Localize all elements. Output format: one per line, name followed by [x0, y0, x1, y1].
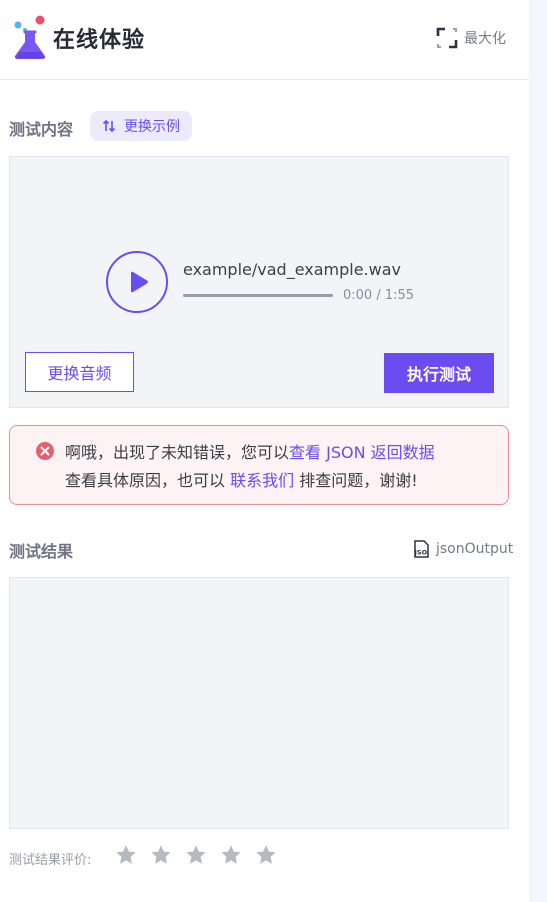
- error-circle-icon: [36, 442, 54, 460]
- star-icon[interactable]: [220, 844, 242, 866]
- test-content-title: 测试内容: [9, 120, 74, 139]
- json-output-button[interactable]: JSO jsonOutput: [413, 538, 513, 560]
- rating-label: 测试结果评价:: [9, 853, 92, 868]
- json-output-label: jsonOutput: [436, 541, 514, 557]
- swap-example-button[interactable]: 更换示例: [90, 111, 192, 141]
- view-json-link[interactable]: 查看 JSON 返回数据: [289, 443, 435, 462]
- audio-file-name: example/vad_example.wav: [183, 260, 401, 279]
- flask-logo-icon: [14, 15, 46, 59]
- rating-stars: [115, 844, 277, 866]
- page-title: 在线体验: [53, 28, 146, 53]
- star-icon[interactable]: [185, 844, 207, 866]
- test-result-title: 测试结果: [9, 542, 74, 561]
- audio-progress-bar[interactable]: [183, 294, 333, 297]
- star-icon[interactable]: [255, 844, 277, 866]
- maximize-label: 最大化: [464, 31, 506, 47]
- error-line-1: 啊哦，出现了未知错误，您可以查看 JSON 返回数据: [65, 439, 435, 463]
- swap-example-label: 更换示例: [124, 119, 180, 135]
- change-audio-button[interactable]: 更换音频: [25, 352, 134, 392]
- swap-icon: [102, 119, 116, 133]
- audio-time: 0:00 / 1:55: [343, 288, 415, 303]
- test-result-box: [9, 577, 509, 829]
- online-demo-panel: 在线体验 最大化 测试内容 更换示例 example/vad_example.w…: [0, 0, 529, 902]
- error-text: 啊哦，出现了未知错误，您可以: [65, 443, 290, 462]
- play-button[interactable]: [106, 251, 168, 313]
- error-text: 排查问题，谢谢!: [294, 471, 418, 490]
- error-alert: 啊哦，出现了未知错误，您可以查看 JSON 返回数据 查看具体原因，也可以 联系…: [9, 425, 509, 505]
- header: 在线体验 最大化: [0, 10, 529, 80]
- star-icon[interactable]: [150, 844, 172, 866]
- star-icon[interactable]: [115, 844, 137, 866]
- json-file-icon: JSO: [414, 540, 429, 558]
- play-icon: [131, 271, 148, 293]
- error-text: 查看具体原因，也可以: [65, 471, 231, 490]
- audio-player-box: example/vad_example.wav 0:00 / 1:55 更换音频…: [9, 156, 509, 408]
- svg-text:JSO: JSO: [414, 549, 428, 557]
- run-test-button[interactable]: 执行测试: [384, 353, 494, 393]
- contact-us-link[interactable]: 联系我们: [230, 471, 294, 490]
- right-scroll-gutter: [529, 0, 547, 902]
- error-line-2: 查看具体原因，也可以 联系我们 排查问题，谢谢!: [65, 467, 418, 491]
- maximize-icon: [436, 27, 458, 49]
- maximize-button[interactable]: 最大化: [436, 26, 506, 50]
